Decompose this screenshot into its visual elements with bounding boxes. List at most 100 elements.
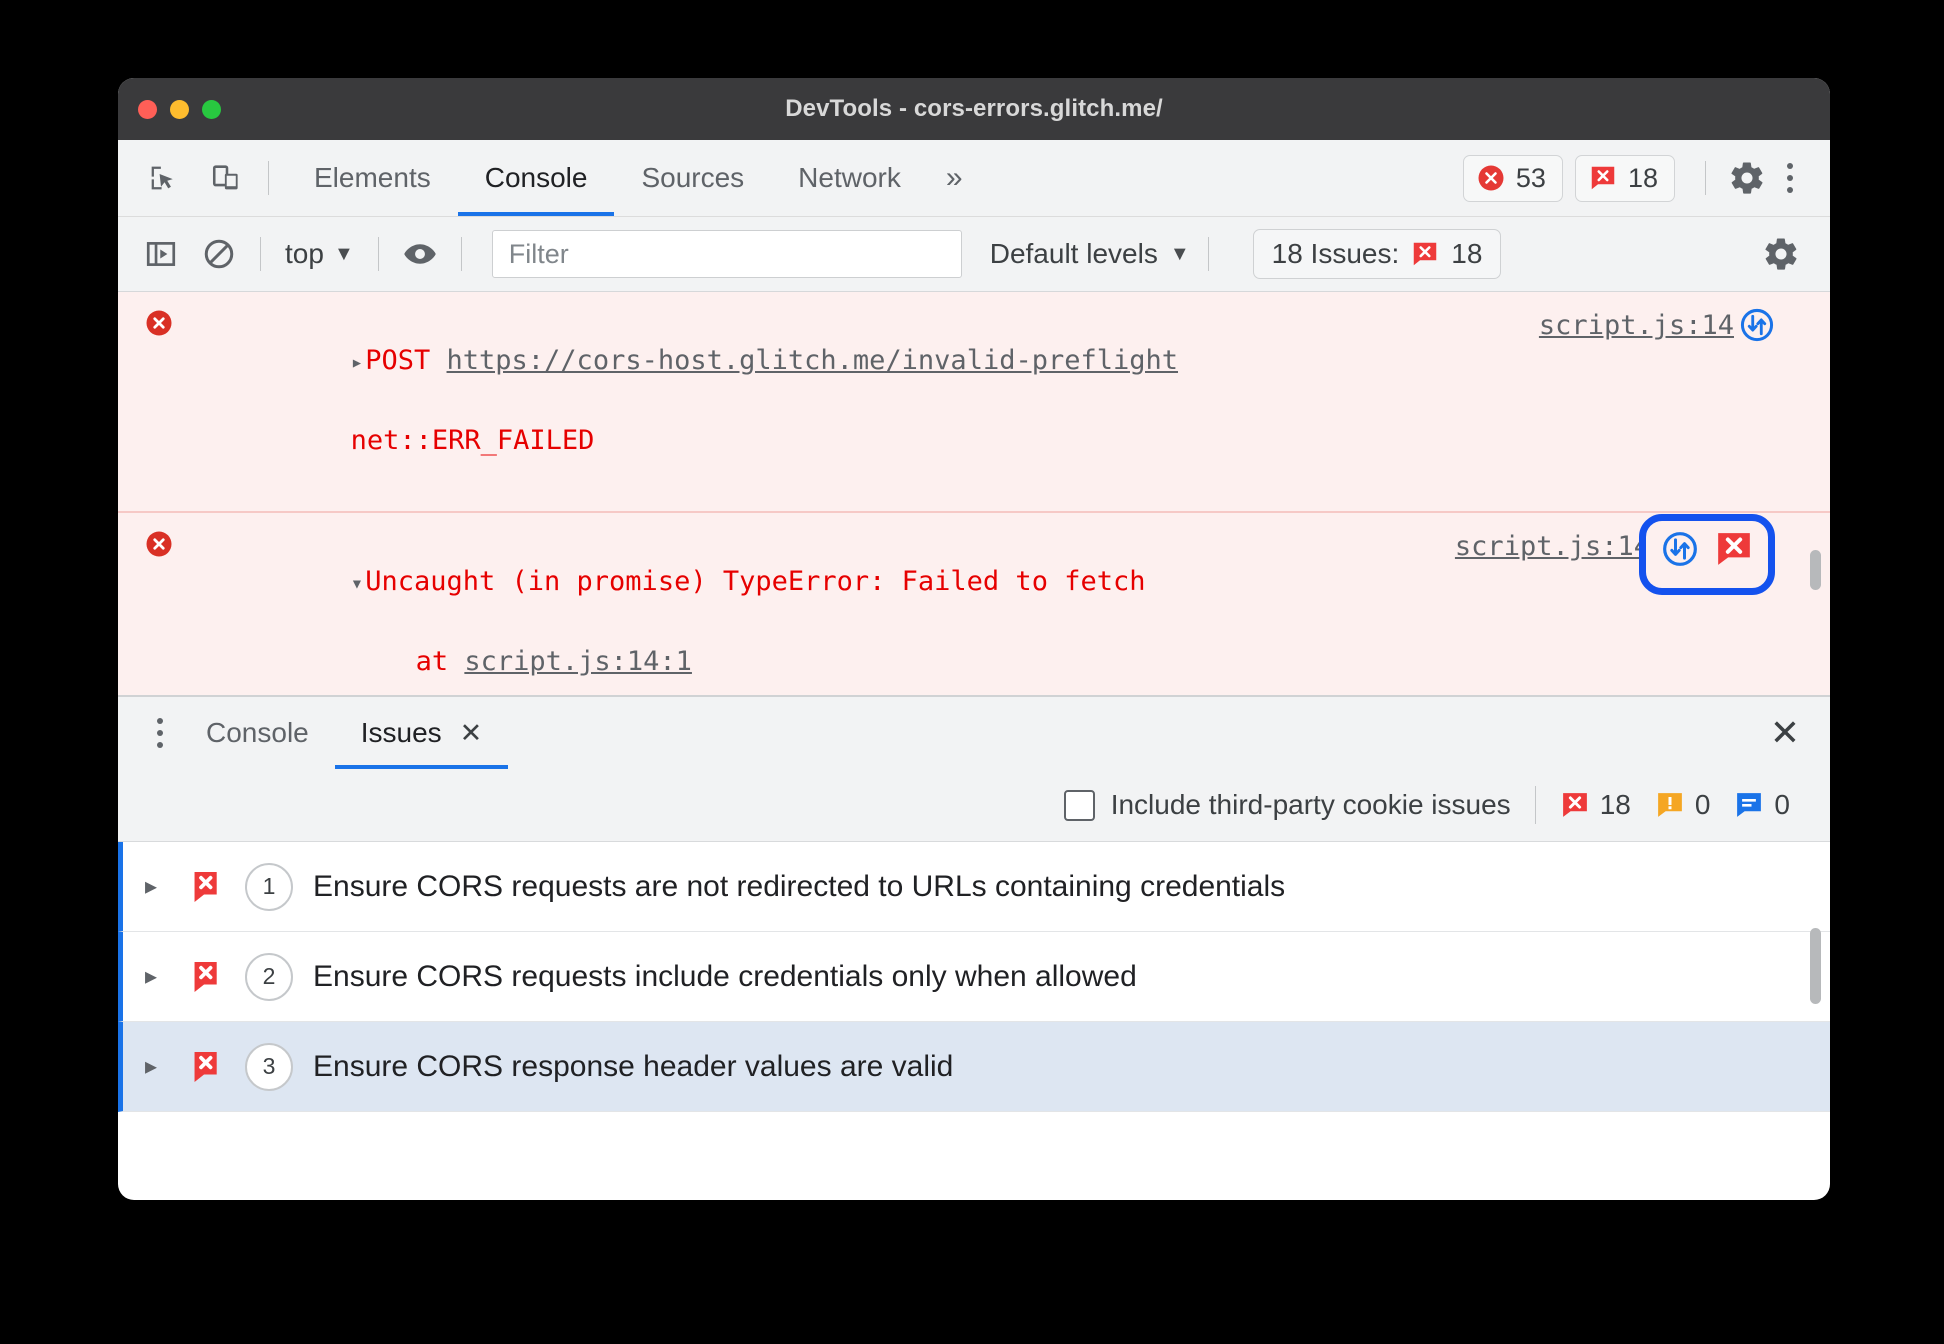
console-message-row[interactable]: ▸POST https://cors-host.glitch.me/invali… <box>118 292 1830 512</box>
third-party-cookie-checkbox-group[interactable]: Include third-party cookie issues <box>1063 789 1511 821</box>
issue-bubble-x-icon <box>194 1051 217 1082</box>
expand-triangle-icon[interactable]: ▸ <box>145 872 175 901</box>
console-scrollbar-thumb[interactable] <box>1810 550 1821 590</box>
error-circle-x-icon <box>146 531 172 557</box>
close-issues-tab-icon[interactable]: ✕ <box>460 718 483 749</box>
devtools-main-toolbar: Elements Console Sources Network » 53 18 <box>118 140 1830 217</box>
request-method: POST <box>365 345 431 376</box>
tab-elements[interactable]: Elements <box>287 140 458 216</box>
screenshot-root: DevTools - cors-errors.glitch.me/ Elemen… <box>0 0 1944 1344</box>
tab-sources[interactable]: Sources <box>614 140 771 216</box>
close-window-button[interactable] <box>138 99 157 119</box>
tab-console[interactable]: Console <box>457 140 615 216</box>
network-request-icon[interactable] <box>1738 306 1776 355</box>
more-tabs-chevron-icon[interactable]: » <box>928 140 981 216</box>
drawer-tabbar: Console Issues ✕ ✕ <box>118 695 1830 769</box>
panel-tabs: Elements Console Sources Network » <box>287 140 981 216</box>
drawer-tab-console[interactable]: Console <box>180 697 335 769</box>
show-console-sidebar-icon[interactable] <box>138 231 184 277</box>
more-options-kebab-icon[interactable] <box>1770 156 1810 200</box>
devtools-window: DevTools - cors-errors.glitch.me/ Elemen… <box>118 78 1830 1200</box>
filterbar-divider-2 <box>377 237 379 271</box>
console-filter-toolbar: top ▼ Filter Default levels ▼ 18 Issues: <box>118 217 1830 292</box>
stack-at-prefix: at <box>350 646 465 677</box>
expand-triangle-icon[interactable]: ▸ <box>145 1052 175 1081</box>
issue-bubble-x-icon <box>1591 166 1615 190</box>
stack-source-link[interactable]: script.js:14:1 <box>464 646 692 677</box>
expand-triangle-icon[interactable]: ▸ <box>351 350 364 374</box>
message-actions-highlighted-group[interactable] <box>1639 514 1775 595</box>
traffic-lights <box>138 99 221 119</box>
window-titlebar: DevTools - cors-errors.glitch.me/ <box>118 78 1830 140</box>
issues-summary-button[interactable]: 18 Issues: 18 <box>1252 229 1502 279</box>
tab-network[interactable]: Network <box>771 140 928 216</box>
request-url-link[interactable]: https://cors-host.glitch.me/invalid-pref… <box>447 345 1179 376</box>
issue-bubble-x-icon[interactable] <box>1714 529 1754 580</box>
issue-row[interactable]: ▸ 1 Ensure CORS requests are not redirec… <box>118 842 1830 932</box>
clear-console-icon[interactable] <box>196 231 242 277</box>
issues-count-chip[interactable]: 18 <box>1574 154 1675 202</box>
filterbar-divider-3 <box>460 237 462 271</box>
issue-count-badge: 1 <box>245 862 293 911</box>
issues-counts-group: 18 0 0 <box>1560 789 1804 821</box>
log-levels-dropdown[interactable]: Default levels ▼ <box>990 238 1190 270</box>
issues-summary-label: 18 Issues: <box>1271 238 1400 269</box>
network-request-icon[interactable] <box>1660 529 1700 580</box>
toolbar-divider-2 <box>1705 161 1706 195</box>
inspect-element-icon[interactable] <box>140 155 186 201</box>
issues-bar-divider <box>1534 786 1536 824</box>
issues-warning-count-group: 0 <box>1655 789 1710 821</box>
issue-count-badge: 3 <box>245 1042 293 1091</box>
issue-title: Ensure CORS response header values are v… <box>313 1049 954 1083</box>
console-error-count: 53 <box>1515 162 1546 193</box>
uncaught-error-text: Uncaught (in promise) TypeError: Failed … <box>365 566 1146 597</box>
drawer-kebab-icon[interactable] <box>140 711 180 755</box>
close-drawer-icon[interactable]: ✕ <box>1770 715 1800 751</box>
gear-icon[interactable] <box>1724 155 1770 201</box>
net-error-text: net::ERR_FAILED <box>350 425 595 456</box>
console-message-row[interactable]: ▾Uncaught (in promise) TypeError: Failed… <box>118 512 1830 695</box>
issues-error-count: 18 <box>1599 789 1631 820</box>
execution-context-selector[interactable]: top ▼ <box>279 238 360 270</box>
chevron-down-icon-2: ▼ <box>1169 242 1190 265</box>
drawer-tab-console-label: Console <box>206 717 309 748</box>
device-toolbar-icon[interactable] <box>204 155 250 201</box>
maximize-window-button[interactable] <box>202 99 221 119</box>
console-settings-gear-icon[interactable] <box>1758 231 1804 277</box>
issues-error-count-group: 18 <box>1560 789 1631 821</box>
console-error-count-chip[interactable]: 53 <box>1462 154 1563 202</box>
circle-x-icon <box>1478 165 1504 191</box>
chevron-down-icon: ▼ <box>333 242 354 265</box>
live-expression-eye-icon[interactable] <box>397 231 443 277</box>
log-levels-label: Default levels <box>989 238 1158 269</box>
source-location-link[interactable]: script.js:14 <box>1455 527 1650 566</box>
console-filter-input[interactable]: Filter <box>491 230 962 278</box>
drawer-tab-issues[interactable]: Issues ✕ <box>334 697 509 769</box>
third-party-cookie-checkbox[interactable] <box>1063 789 1095 821</box>
warning-bubble-icon <box>1657 793 1682 817</box>
execution-context-label: top <box>285 238 324 269</box>
window-title: DevTools - cors-errors.glitch.me/ <box>785 95 1163 122</box>
toolbar-right-group: 53 18 <box>1462 154 1810 202</box>
issue-row[interactable]: ▸ 3 Ensure CORS response header values a… <box>118 1022 1830 1112</box>
issues-info-count: 0 <box>1774 789 1790 820</box>
issue-row[interactable]: ▸ 2 Ensure CORS requests include credent… <box>118 932 1830 1022</box>
drawer-tab-issues-label: Issues <box>360 717 442 748</box>
filterbar-divider-1 <box>260 237 261 271</box>
minimize-window-button[interactable] <box>170 99 189 119</box>
issues-list[interactable]: ▸ 1 Ensure CORS requests are not redirec… <box>118 842 1830 1130</box>
issues-scrollbar-thumb[interactable] <box>1810 928 1821 1004</box>
issue-bubble-x-icon <box>1562 793 1587 817</box>
error-circle-x-icon <box>146 310 172 336</box>
console-message-list[interactable]: ▸POST https://cors-host.glitch.me/invali… <box>118 292 1830 695</box>
issues-count: 18 <box>1627 162 1658 193</box>
toolbar-left-icons <box>118 155 250 201</box>
issues-summary-count: 18 <box>1451 238 1483 269</box>
collapse-triangle-icon[interactable]: ▾ <box>351 571 364 595</box>
issue-title: Ensure CORS requests include credentials… <box>313 959 1137 993</box>
expand-triangle-icon[interactable]: ▸ <box>145 962 175 991</box>
toolbar-divider <box>268 161 269 195</box>
filterbar-divider-4 <box>1207 237 1209 271</box>
issues-info-count-group: 0 <box>1734 789 1790 821</box>
source-location-link[interactable]: script.js:14 <box>1539 306 1734 345</box>
